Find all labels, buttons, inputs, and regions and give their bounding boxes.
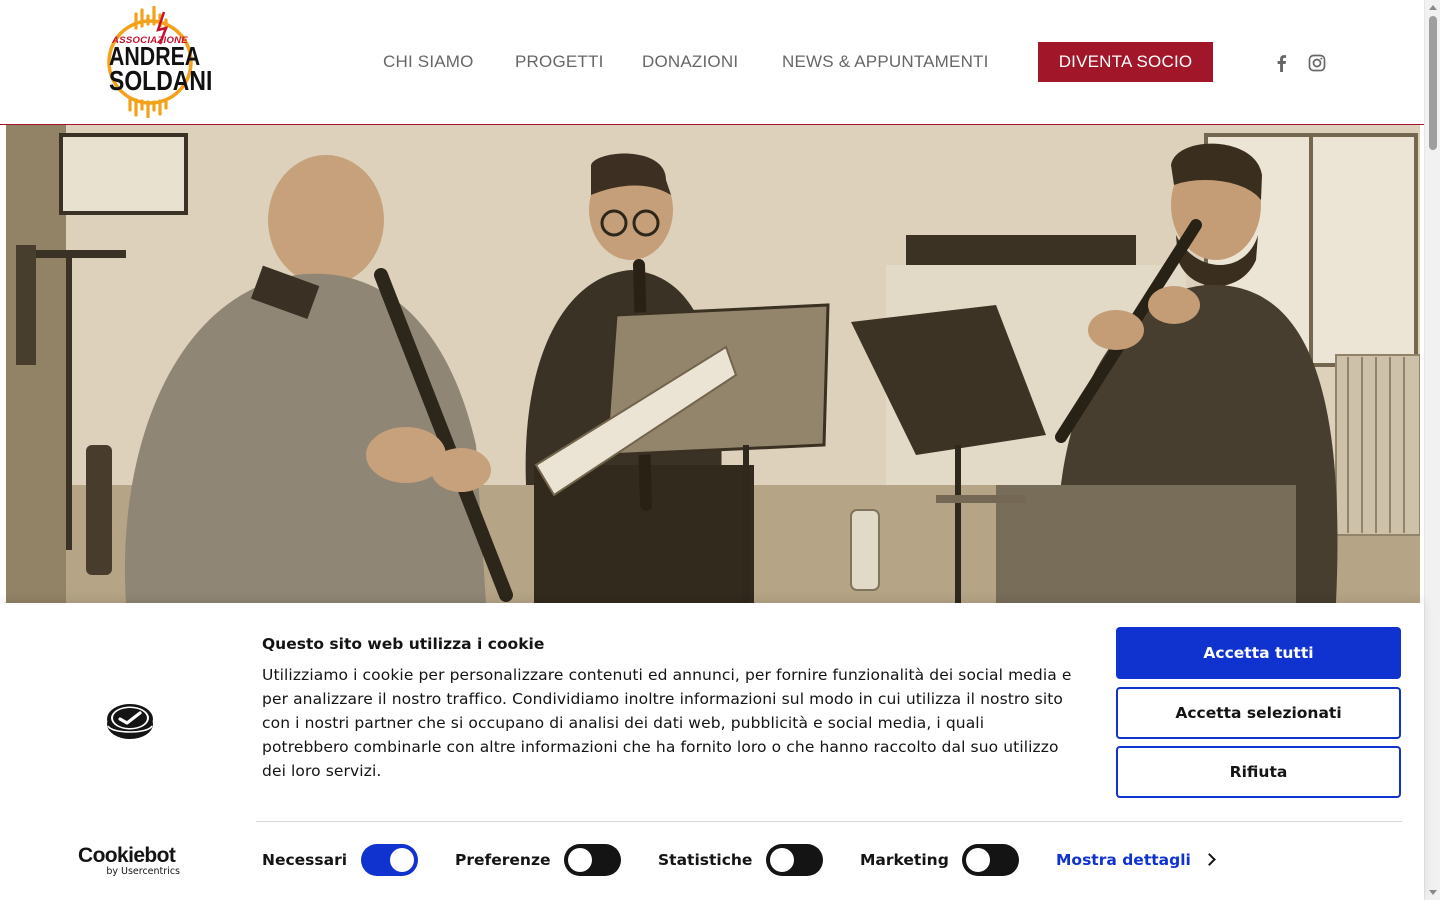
toggle-label-statistiche: Statistiche: [658, 851, 753, 869]
toggle-knob: [966, 848, 990, 872]
page-scrollbar[interactable]: [1424, 0, 1440, 900]
accept-selected-button[interactable]: Accetta selezionati: [1116, 687, 1401, 739]
diventa-socio-button[interactable]: DIVENTA SOCIO: [1038, 42, 1213, 82]
toggle-knob: [568, 848, 592, 872]
cookiebot-wordmark: Cookiebot: [78, 844, 176, 867]
toggle-label-necessari: Necessari: [262, 851, 348, 869]
toggle-label-preferenze: Preferenze: [455, 851, 551, 869]
cookie-consent-banner: Questo sito web utilizza i cookie Utiliz…: [0, 603, 1424, 900]
cookie-description: Utilizziamo i cookie per personalizzare …: [262, 666, 1072, 780]
site-header: ASSOCIAZIONE ANDREA SOLDANI CHI SIAMO PR…: [0, 0, 1424, 125]
scroll-up-arrow-icon[interactable]: [1429, 5, 1437, 10]
chevron-right-icon: [1202, 853, 1216, 866]
nav-progetti[interactable]: PROGETTI: [515, 52, 604, 72]
cookie-divider: [256, 821, 1402, 822]
logo-line-2: SOLDANI: [109, 65, 213, 96]
toggle-statistiche[interactable]: [766, 844, 823, 876]
toggle-label-marketing: Marketing: [860, 851, 949, 869]
toggle-knob: [770, 848, 794, 872]
hero-photo-clarinet-trio: [6, 125, 1420, 603]
scroll-thumb[interactable]: [1429, 16, 1437, 150]
cookiebot-subtitle: by Usercentrics: [106, 866, 180, 877]
show-details-label: Mostra dettagli: [1056, 851, 1191, 869]
facebook-icon[interactable]: [1272, 53, 1292, 73]
reject-button[interactable]: Rifiuta: [1116, 746, 1401, 798]
cookie-badge-icon: [106, 702, 154, 740]
instagram-icon[interactable]: [1307, 53, 1327, 73]
cookiebot-logo: Cookiebot by Usercentrics: [78, 844, 182, 878]
hero-photo-illustration: [6, 125, 1420, 603]
toggle-necessari[interactable]: [361, 844, 418, 876]
toggle-marketing[interactable]: [962, 844, 1019, 876]
nav-chi-siamo[interactable]: CHI SIAMO: [383, 52, 474, 72]
accept-all-button[interactable]: Accetta tutti: [1116, 627, 1401, 679]
nav-donazioni[interactable]: DONAZIONI: [642, 52, 738, 72]
toggle-knob: [390, 848, 414, 872]
nav-news-appuntamenti[interactable]: NEWS & APPUNTAMENTI: [782, 52, 989, 72]
toggle-preferenze[interactable]: [564, 844, 621, 876]
show-details-link[interactable]: Mostra dettagli: [1056, 851, 1216, 869]
cookie-title: Questo sito web utilizza i cookie: [262, 635, 545, 653]
scroll-down-arrow-icon[interactable]: [1429, 890, 1437, 895]
site-logo[interactable]: ASSOCIAZIONE ANDREA SOLDANI: [100, 6, 213, 118]
